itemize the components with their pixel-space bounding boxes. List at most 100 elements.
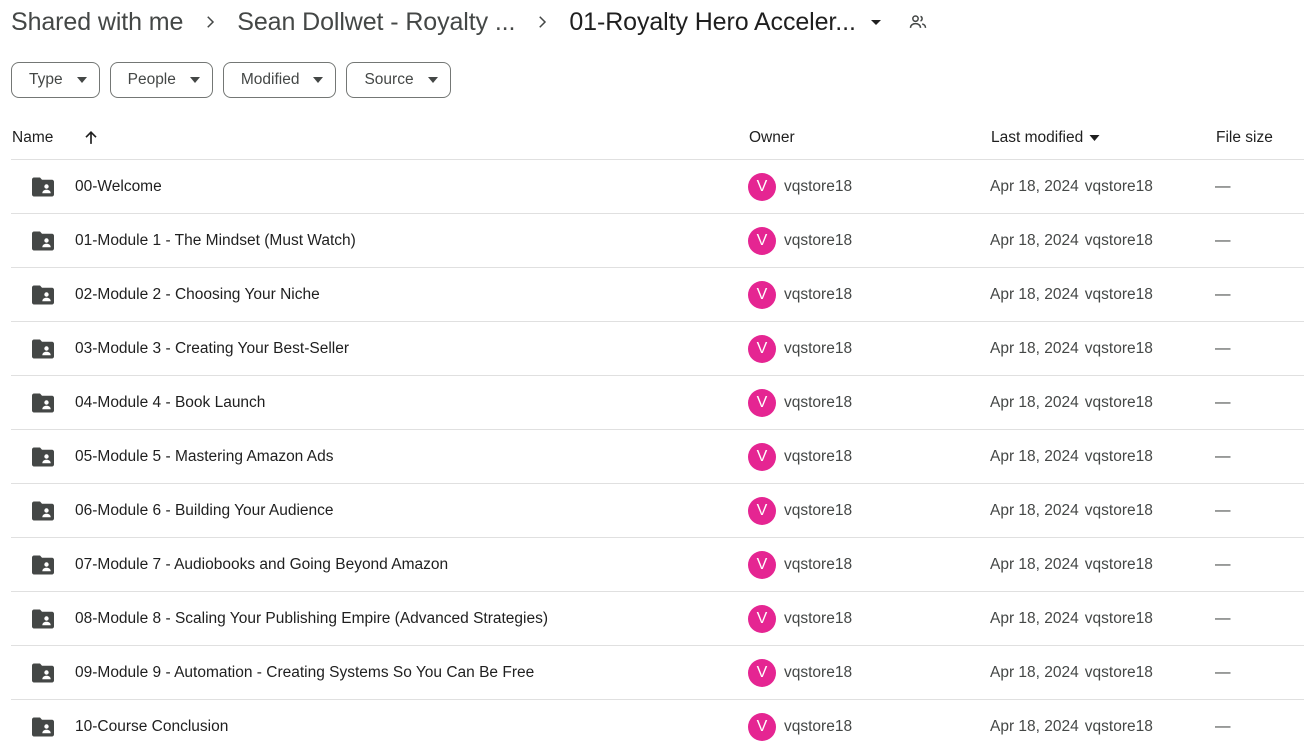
avatar[interactable]: V	[748, 443, 776, 471]
column-header-file-size: File size	[1216, 129, 1273, 146]
file-size: —	[1215, 232, 1231, 249]
owner-name: vqstore18	[784, 556, 853, 573]
arrow-up-icon[interactable]	[79, 126, 103, 150]
table-row[interactable]: 04-Module 4 - Book Launch V vqstore18 Ap…	[11, 376, 1304, 430]
last-modified-cell: Apr 18, 2024 vqstore18	[990, 484, 1153, 538]
breadcrumb-current-folder[interactable]: 01-Royalty Hero Acceler...	[569, 8, 856, 37]
avatar[interactable]: V	[748, 551, 776, 579]
modified-by: vqstore18	[1084, 556, 1153, 573]
owner-name: vqstore18	[784, 394, 853, 411]
file-name[interactable]: 01-Module 1 - The Mindset (Must Watch)	[75, 214, 356, 268]
table-row[interactable]: 09-Module 9 - Automation - Creating Syst…	[11, 646, 1304, 700]
file-name[interactable]: 00-Welcome	[75, 160, 162, 214]
file-name[interactable]: 04-Module 4 - Book Launch	[75, 376, 265, 430]
file-name[interactable]: 10-Course Conclusion	[75, 700, 228, 753]
column-header-owner: Owner	[749, 129, 795, 146]
column-header-name[interactable]: Name	[12, 116, 53, 160]
owner-name: vqstore18	[784, 664, 853, 681]
chip-label: Modified	[240, 71, 300, 88]
file-name[interactable]: 09-Module 9 - Automation - Creating Syst…	[75, 646, 534, 700]
last-modified-cell: Apr 18, 2024 vqstore18	[990, 430, 1153, 484]
filter-type-chip[interactable]: Type	[11, 62, 100, 98]
avatar[interactable]: V	[748, 659, 776, 687]
avatar[interactable]: V	[748, 605, 776, 633]
column-header-last-modified[interactable]: Last modified	[991, 116, 1100, 160]
arrow-drop-down-icon	[313, 77, 324, 83]
table-row[interactable]: 02-Module 2 - Choosing Your Niche V vqst…	[11, 268, 1304, 322]
shared-folder-icon	[32, 663, 54, 683]
table-header: Name Owner Last modified File size	[11, 116, 1304, 160]
table-row[interactable]: 07-Module 7 - Audiobooks and Going Beyon…	[11, 538, 1304, 592]
breadcrumb-parent-folder[interactable]: Sean Dollwet - Royalty ...	[237, 8, 515, 37]
avatar[interactable]: V	[748, 227, 776, 255]
owner-name: vqstore18	[784, 718, 853, 735]
modified-date: Apr 18, 2024	[990, 286, 1079, 303]
chevron-right-icon	[199, 11, 221, 33]
modified-date: Apr 18, 2024	[990, 448, 1079, 465]
modified-by: vqstore18	[1084, 232, 1153, 249]
owner-name: vqstore18	[784, 610, 853, 627]
last-modified-cell: Apr 18, 2024 vqstore18	[990, 646, 1153, 700]
last-modified-cell: Apr 18, 2024 vqstore18	[990, 592, 1153, 646]
avatar[interactable]: V	[748, 389, 776, 417]
owner-name: vqstore18	[784, 232, 853, 249]
table-row[interactable]: 10-Course Conclusion V vqstore18 Apr 18,…	[11, 700, 1304, 753]
table-row[interactable]: 06-Module 6 - Building Your Audience V v…	[11, 484, 1304, 538]
arrow-drop-down-icon[interactable]	[864, 10, 888, 34]
avatar[interactable]: V	[748, 281, 776, 309]
file-name[interactable]: 06-Module 6 - Building Your Audience	[75, 484, 334, 538]
table-row[interactable]: 05-Module 5 - Mastering Amazon Ads V vqs…	[11, 430, 1304, 484]
file-size: —	[1215, 556, 1231, 573]
shared-folder-icon	[32, 555, 54, 575]
breadcrumb: Shared with me Sean Dollwet - Royalty ..…	[11, 0, 930, 44]
shared-folder-icon	[32, 717, 54, 737]
avatar[interactable]: V	[748, 335, 776, 363]
shared-folder-icon	[32, 501, 54, 521]
file-list: 00-Welcome V vqstore18 Apr 18, 2024 vqst…	[11, 160, 1304, 753]
table-row[interactable]: 00-Welcome V vqstore18 Apr 18, 2024 vqst…	[11, 160, 1304, 214]
arrow-drop-down-icon	[1089, 135, 1100, 141]
table-row[interactable]: 03-Module 3 - Creating Your Best-Seller …	[11, 322, 1304, 376]
shared-folder-icon	[32, 285, 54, 305]
avatar[interactable]: V	[748, 713, 776, 741]
owner-name: vqstore18	[784, 340, 853, 357]
shared-folder-icon	[32, 393, 54, 413]
people-icon[interactable]	[906, 10, 930, 34]
modified-date: Apr 18, 2024	[990, 664, 1079, 681]
last-modified-cell: Apr 18, 2024 vqstore18	[990, 538, 1153, 592]
avatar[interactable]: V	[748, 497, 776, 525]
chip-label: Source	[364, 71, 414, 88]
modified-by: vqstore18	[1084, 178, 1153, 195]
table-row[interactable]: 01-Module 1 - The Mindset (Must Watch) V…	[11, 214, 1304, 268]
modified-by: vqstore18	[1084, 664, 1153, 681]
modified-date: Apr 18, 2024	[990, 610, 1079, 627]
filter-source-chip[interactable]: Source	[346, 62, 451, 98]
modified-date: Apr 18, 2024	[990, 340, 1079, 357]
file-name[interactable]: 08-Module 8 - Scaling Your Publishing Em…	[75, 592, 548, 646]
file-size: —	[1215, 286, 1231, 303]
table-row[interactable]: 08-Module 8 - Scaling Your Publishing Em…	[11, 592, 1304, 646]
file-name[interactable]: 05-Module 5 - Mastering Amazon Ads	[75, 430, 333, 484]
last-modified-cell: Apr 18, 2024 vqstore18	[990, 322, 1153, 376]
shared-folder-icon	[32, 339, 54, 359]
modified-by: vqstore18	[1084, 502, 1153, 519]
filter-modified-chip[interactable]: Modified	[222, 62, 337, 98]
file-name[interactable]: 03-Module 3 - Creating Your Best-Seller	[75, 322, 349, 376]
avatar[interactable]: V	[748, 173, 776, 201]
modified-by: vqstore18	[1084, 340, 1153, 357]
file-name[interactable]: 07-Module 7 - Audiobooks and Going Beyon…	[75, 538, 448, 592]
modified-by: vqstore18	[1084, 718, 1153, 735]
owner-name: vqstore18	[784, 286, 853, 303]
file-name[interactable]: 02-Module 2 - Choosing Your Niche	[75, 268, 320, 322]
owner-name: vqstore18	[784, 448, 853, 465]
arrow-drop-down-icon	[427, 77, 438, 83]
modified-by: vqstore18	[1084, 448, 1153, 465]
shared-folder-icon	[32, 231, 54, 251]
filter-people-chip[interactable]: People	[109, 62, 213, 98]
file-size: —	[1215, 610, 1231, 627]
shared-folder-icon	[32, 447, 54, 467]
modified-date: Apr 18, 2024	[990, 394, 1079, 411]
file-size: —	[1215, 178, 1231, 195]
arrow-drop-down-icon	[189, 77, 200, 83]
breadcrumb-shared-with-me[interactable]: Shared with me	[11, 8, 183, 37]
